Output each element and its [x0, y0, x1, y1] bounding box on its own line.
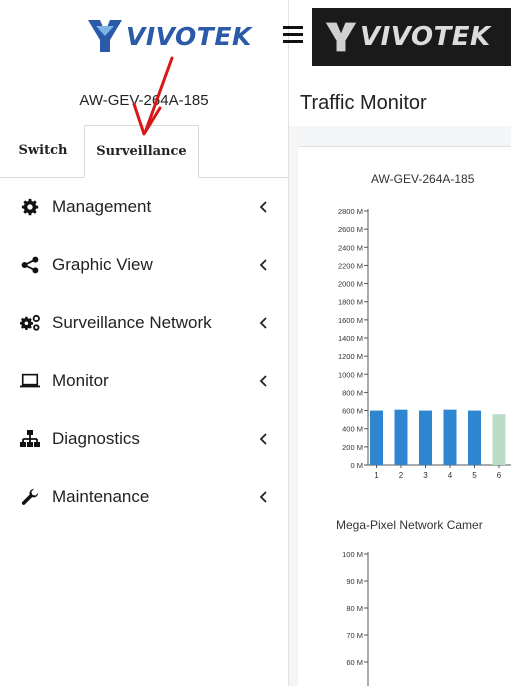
y-tick-label: 2200 M	[338, 261, 363, 270]
y-tick-label: 1000 M	[338, 370, 363, 379]
sitemap-icon	[20, 429, 40, 449]
y-tick-label: 70 M	[346, 631, 363, 640]
y-tick-label: 1200 M	[338, 352, 363, 361]
vivotek-logo-mark	[88, 20, 122, 52]
vivotek-logo[interactable]: VIVOTEK	[86, 14, 252, 58]
y-tick-label: 2000 M	[338, 280, 363, 289]
sidebar-item-monitor[interactable]: Monitor	[0, 352, 288, 410]
bar	[443, 409, 457, 465]
x-tick-label: 2	[399, 471, 404, 480]
chart-title: Mega-Pixel Network Camer	[336, 518, 483, 532]
chevron-left-icon	[259, 491, 267, 503]
bar	[468, 410, 481, 465]
y-tick-label: 1600 M	[338, 316, 363, 325]
sidebar-item-label: Surveillance Network	[52, 313, 212, 332]
y-tick-label: 400 M	[342, 425, 363, 434]
sidebar-tabs: Switch Surveillance	[0, 125, 288, 178]
y-tick-label: 2800 M	[338, 207, 363, 216]
device-name: AW-GEV-264A-185	[79, 92, 209, 109]
sidebar-item-label: Maintenance	[52, 487, 150, 506]
sidebar-item-graphic-view[interactable]: Graphic View	[0, 236, 288, 294]
x-tick-label: 3	[423, 471, 428, 480]
sidebar-item-label: Management	[52, 197, 152, 216]
brand-banner: VIVOTEK	[312, 8, 511, 66]
hamburger-menu-icon[interactable]	[283, 26, 303, 48]
x-tick-label: 6	[497, 471, 502, 480]
page-title: Traffic Monitor	[300, 92, 427, 114]
y-tick-label: 1400 M	[338, 334, 363, 343]
chevron-left-icon	[259, 375, 267, 387]
y-tick-label: 2600 M	[338, 225, 363, 234]
y-tick-label: 60 M	[346, 658, 363, 667]
chevron-left-icon	[259, 317, 267, 329]
vivotek-logo-mark	[325, 22, 357, 52]
traffic-bar-chart: 0 M 200 M 400 M 600 M 800 M 1000 M 1200 M 1400 …	[338, 207, 511, 480]
sidebar-item-management[interactable]: Management	[0, 178, 288, 236]
gears-icon	[20, 313, 40, 333]
bar	[492, 414, 506, 465]
chevron-left-icon	[259, 433, 267, 445]
chart-title: AW-GEV-264A-185	[371, 172, 475, 186]
y-tick-label: 100 M	[342, 550, 363, 559]
sidebar-item-diagnostics[interactable]: Diagnostics	[0, 410, 288, 468]
gear-icon	[20, 197, 40, 217]
x-tick-label: 5	[472, 471, 477, 480]
sidebar-item-surveillance-network[interactable]: Surveillance Network	[0, 294, 288, 352]
sidebar-item-label: Monitor	[52, 371, 109, 390]
sidebar-item-label: Graphic View	[52, 255, 153, 274]
sidebar-item-label: Diagnostics	[52, 429, 140, 448]
sidebar-menu: Management Graphic View Surveillance Net…	[0, 178, 288, 526]
camera-bar-chart: 100 M90 M80 M70 M60 M50 M	[342, 550, 369, 686]
y-tick-label: 2400 M	[338, 243, 363, 252]
x-tick-label: 1	[374, 471, 379, 480]
sidebar: VIVOTEK AW-GEV-264A-185 Switch Surveilla…	[0, 0, 289, 686]
wrench-icon	[20, 487, 40, 507]
y-tick-label: 200 M	[342, 443, 363, 452]
y-tick-label: 1800 M	[338, 298, 363, 307]
laptop-icon	[20, 371, 40, 391]
bar	[370, 410, 383, 465]
bar	[419, 410, 432, 465]
y-tick-label: 0 M	[350, 461, 363, 470]
bar	[394, 409, 408, 465]
y-tick-label: 800 M	[342, 388, 363, 397]
y-tick-label: 80 M	[346, 604, 363, 613]
share-icon	[20, 255, 40, 275]
chevron-left-icon	[259, 259, 267, 271]
vivotek-wordmark: VIVOTEK	[360, 22, 491, 52]
tab-surveillance[interactable]: Surveillance	[84, 125, 199, 178]
sidebar-item-maintenance[interactable]: Maintenance	[0, 468, 288, 526]
vivotek-wordmark: VIVOTEK	[126, 21, 252, 51]
chevron-left-icon	[259, 201, 267, 213]
x-tick-label: 4	[448, 471, 453, 480]
y-tick-label: 90 M	[346, 577, 363, 586]
y-tick-label: 600 M	[342, 407, 363, 416]
tab-switch[interactable]: Switch	[10, 125, 76, 177]
